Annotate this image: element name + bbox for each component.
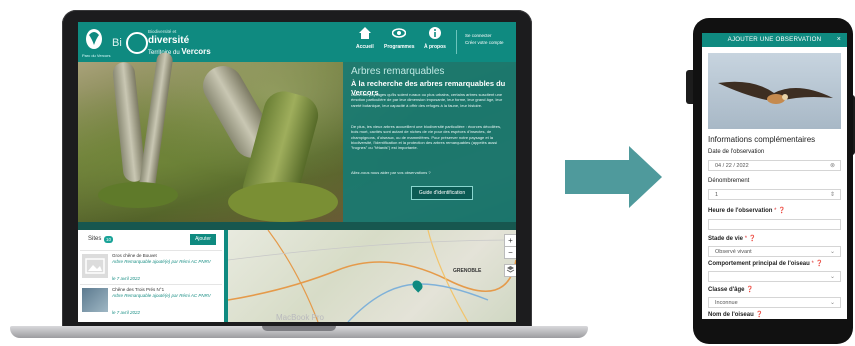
count-stepper[interactable]: 1 ⇕ xyxy=(708,189,841,200)
site-list-item[interactable]: Chêne des Trois Prés N°1 Arbre Remarquab… xyxy=(80,284,222,318)
required-marker: * xyxy=(774,208,777,214)
program-paragraph-1: Dans nos paysages qu'ils soient ruraux o… xyxy=(351,92,503,108)
field-label: Dénombrement xyxy=(708,178,750,184)
site-thumbnail xyxy=(82,254,108,278)
behaviour-select[interactable]: ⌄ xyxy=(708,271,841,282)
site-header: Parc du Vercors Bi Biodiversité et diver… xyxy=(78,22,516,62)
help-icon[interactable]: ❓ xyxy=(778,208,785,214)
transition-arrow-head xyxy=(629,146,662,208)
brand-subtitle: Parc du Vercors xyxy=(82,53,111,58)
eye-icon xyxy=(392,28,407,38)
brand-prefix: Bi xyxy=(112,37,122,49)
observation-time-input[interactable] xyxy=(708,219,841,230)
life-stage-value: Observé vivant xyxy=(715,249,752,255)
help-icon[interactable]: ❓ xyxy=(815,261,822,267)
field-label-stage: Stade de vie * ❓ xyxy=(708,235,756,242)
nav-divider xyxy=(456,30,457,54)
laptop-screen: Parc du Vercors Bi Biodiversité et diver… xyxy=(78,22,516,322)
site-name: Chêne des Trois Prés N°1 xyxy=(112,287,165,292)
phone-screen: AJOUTER UNE OBSERVATION × Informations c… xyxy=(702,33,847,319)
life-stage-label: Stade de vie xyxy=(708,236,744,242)
field-label: Date de l'observation xyxy=(708,149,765,155)
nav-home-label: Accueil xyxy=(356,44,374,50)
program-title: Arbres remarquables xyxy=(351,66,445,77)
site-date: le 7 avril 2022 xyxy=(112,310,141,315)
required-marker: * xyxy=(811,261,814,267)
sites-header: Sites 10 Ajouter xyxy=(78,230,224,250)
nav-programmes-label: Programmes xyxy=(384,44,415,50)
identification-guide-button[interactable]: Guide d'identification xyxy=(411,186,473,200)
site-description: Arbre Remarquable ajouté(e) par Rémi AC … xyxy=(112,293,211,298)
hero-info-panel: Arbres remarquables À la recherche des a… xyxy=(343,62,516,230)
stepper-icon[interactable]: ⇕ xyxy=(830,190,835,201)
field-label-bird-name: Nom de l'oiseau ❓ xyxy=(708,311,763,318)
home-icon xyxy=(358,27,371,39)
layers-icon xyxy=(506,266,515,273)
sites-title: Sites xyxy=(88,236,102,242)
help-icon[interactable]: ❓ xyxy=(755,312,762,318)
brand-main-text: diversité xyxy=(148,35,190,46)
sites-panel: Sites 10 Ajouter Gros chêne de Bouvet Ar… xyxy=(78,230,224,322)
brand-top-text: Biodiversité et xyxy=(148,29,177,34)
vulture-image xyxy=(718,81,833,104)
date-value: 04 / 22 / 2022 xyxy=(715,163,749,169)
nav-about[interactable]: À propos xyxy=(424,26,446,50)
age-class-value: Inconnue xyxy=(715,300,738,306)
help-icon[interactable]: ❓ xyxy=(746,287,753,293)
login-link[interactable]: Se connecter xyxy=(465,32,504,39)
tree-trunk xyxy=(138,51,174,193)
program-paragraph-3: Allez-vous nous aider par vos observatio… xyxy=(351,170,431,175)
observation-photo xyxy=(708,53,841,129)
bird-name-label: Nom de l'oiseau xyxy=(708,312,754,318)
laptop-notch xyxy=(262,326,336,331)
field-label-age: Classe d'âge ❓ xyxy=(708,286,754,293)
nav-about-label: À propos xyxy=(424,44,446,50)
brand-ring-icon xyxy=(126,32,148,54)
program-paragraph-2: De plus, les vieux arbres accueillent un… xyxy=(351,124,502,151)
map-city-label: GRENOBLE xyxy=(453,268,482,274)
count-value: 1 xyxy=(715,192,719,198)
age-class-select[interactable]: Inconnue ⌄ xyxy=(708,297,841,308)
clear-icon[interactable]: ⊗ xyxy=(830,161,835,172)
sites-map[interactable]: GRENOBLE + − xyxy=(224,230,516,322)
sites-count-badge: 10 xyxy=(104,236,113,243)
hero-bottom-band xyxy=(78,222,516,230)
create-account-link[interactable]: Créer votre compte xyxy=(465,39,504,46)
chevron-down-icon: ⌄ xyxy=(829,249,835,255)
nav-programmes[interactable]: Programmes xyxy=(384,26,415,50)
observation-modal-header: AJOUTER UNE OBSERVATION × xyxy=(702,33,847,47)
behaviour-label: Comportement principal de l'oiseau xyxy=(708,261,810,267)
close-icon[interactable]: × xyxy=(837,33,841,47)
site-description: Arbre Remarquable ajouté(e) par Rémi AC … xyxy=(112,259,211,264)
layers-button[interactable] xyxy=(504,264,516,277)
map-roads xyxy=(228,230,516,322)
field-label-time: Heure de l'observation * ❓ xyxy=(708,207,786,214)
age-class-label: Classe d'âge xyxy=(708,287,745,293)
modal-title: AJOUTER UNE OBSERVATION xyxy=(727,36,822,43)
brand-bottom-em: Vercors xyxy=(181,47,211,56)
site-list-item[interactable]: Gros chêne de Bouvet Arbre Remarquable a… xyxy=(80,250,222,284)
chevron-down-icon: ⌄ xyxy=(829,300,835,306)
section-title: Informations complémentaires xyxy=(708,135,816,144)
tree-roots xyxy=(228,182,338,222)
zoom-out-button[interactable]: − xyxy=(504,246,516,259)
laptop-model-label: MacBook Pro xyxy=(275,313,325,322)
info-icon xyxy=(428,27,441,39)
transition-arrow xyxy=(565,160,629,194)
field-label-behaviour: Comportement principal de l'oiseau * ❓ xyxy=(708,260,823,267)
time-label: Heure de l'observation xyxy=(708,208,773,214)
observation-date-input[interactable]: 04 / 22 / 2022 ⊗ xyxy=(708,160,841,171)
site-date: le 7 avril 2022 xyxy=(112,276,141,281)
help-icon[interactable]: ❓ xyxy=(749,236,756,242)
nav-home[interactable]: Accueil xyxy=(356,26,374,50)
site-name: Gros chêne de Bouvet xyxy=(112,253,157,258)
life-stage-select[interactable]: Observé vivant ⌄ xyxy=(708,246,841,257)
add-site-button[interactable]: Ajouter xyxy=(190,234,216,245)
tree-roots xyxy=(98,182,178,208)
site-thumbnail xyxy=(82,288,108,312)
image-placeholder-icon xyxy=(85,258,105,274)
chevron-down-icon: ⌄ xyxy=(829,274,835,280)
required-marker: * xyxy=(744,236,748,242)
account-links: Se connecter Créer votre compte xyxy=(465,32,504,46)
